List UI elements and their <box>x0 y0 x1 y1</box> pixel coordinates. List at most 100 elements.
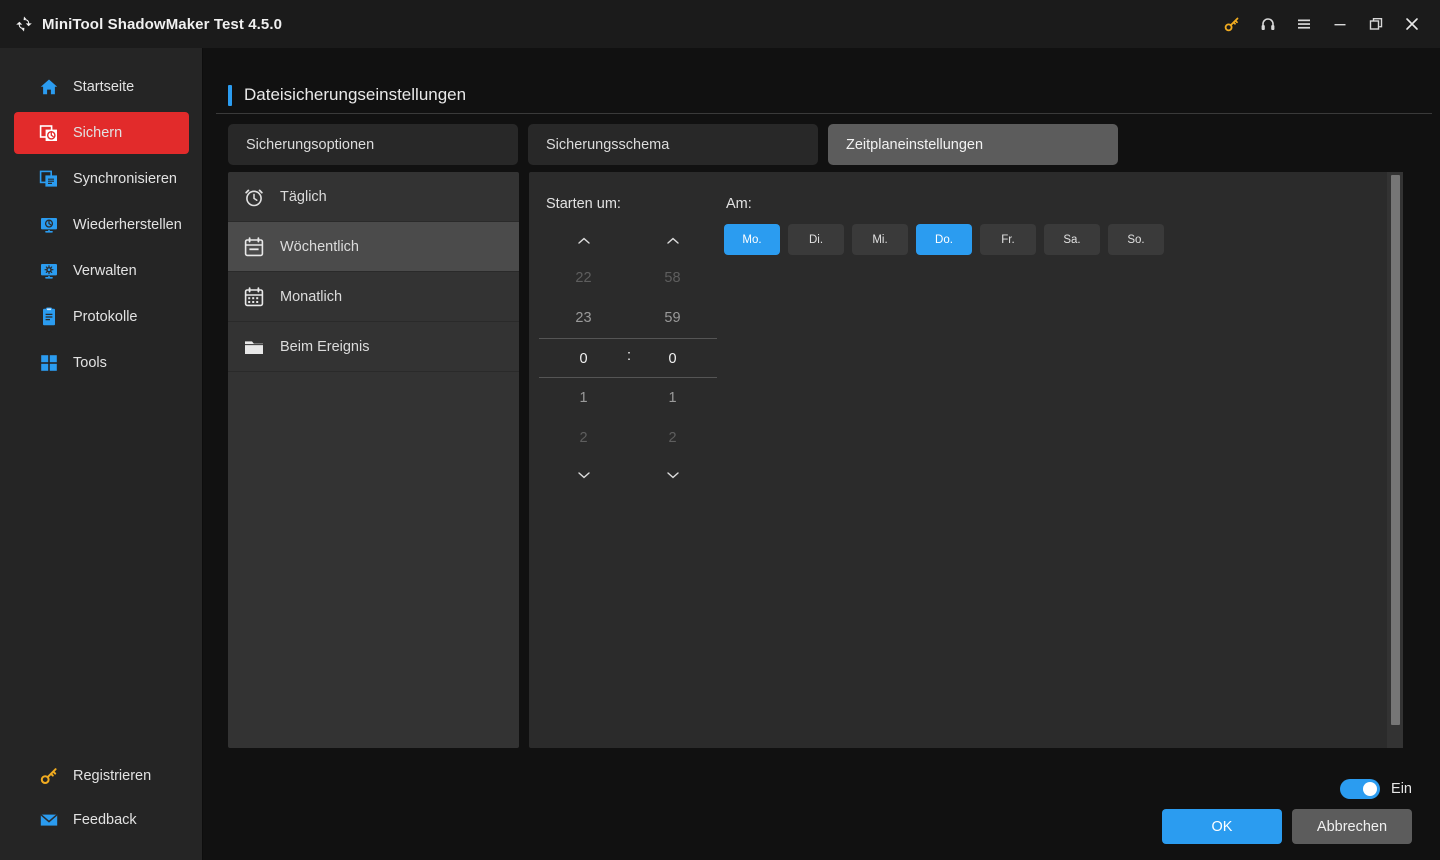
headset-icon[interactable] <box>1250 0 1286 48</box>
dialog-buttons: OK Abbrechen <box>1162 809 1412 844</box>
sidebar-item-feedback[interactable]: Feedback <box>14 800 189 840</box>
chevron-up-icon[interactable] <box>577 224 591 258</box>
toggle-knob <box>1363 782 1378 796</box>
sidebar-item-synchronisieren[interactable]: Synchronisieren <box>14 158 189 200</box>
alarm-clock-icon <box>242 185 266 209</box>
minute-value-above-2[interactable]: 58 <box>628 258 717 298</box>
main-content: Dateisicherungseinstellungen Sicherungso… <box>204 48 1440 860</box>
sidebar-nav: Startseite Sichern Synchronisieren Wiede… <box>0 62 203 388</box>
tab-label: Sicherungsschema <box>546 136 670 153</box>
logs-icon <box>38 306 60 328</box>
window-title: MiniTool ShadowMaker Test 4.5.0 <box>42 15 283 33</box>
weekday-label-text: Mo. <box>742 233 762 246</box>
title-bar-controls <box>1214 0 1440 48</box>
title-bar: MiniTool ShadowMaker Test 4.5.0 <box>0 0 1440 48</box>
minimize-icon[interactable] <box>1322 0 1358 48</box>
hour-value-below-1[interactable]: 1 <box>539 378 628 418</box>
manage-icon <box>38 260 60 282</box>
ok-button[interactable]: OK <box>1162 809 1282 844</box>
minute-column[interactable]: 58 59 0 1 2 <box>628 224 717 492</box>
weekday-label-text: Di. <box>808 233 824 246</box>
minute-value-above-1[interactable]: 59 <box>628 298 717 338</box>
weekday-sa[interactable]: Sa. <box>1044 224 1100 255</box>
list-item-beim-ereignis[interactable]: Beim Ereignis <box>228 322 519 372</box>
sync-icon <box>38 168 60 190</box>
settings-tabs: Sicherungsoptionen Sicherungsschema Zeit… <box>228 124 1128 165</box>
hour-value-above-1[interactable]: 23 <box>539 298 628 338</box>
schedule-toggle[interactable] <box>1340 779 1381 799</box>
tab-label: Zeitplaneinstellungen <box>846 136 984 153</box>
hour-value-above-2[interactable]: 22 <box>539 258 628 298</box>
chevron-down-icon[interactable] <box>577 458 591 492</box>
toggle-label: Ein <box>1391 781 1412 797</box>
sidebar-item-label: Startseite <box>73 79 135 95</box>
menu-icon[interactable] <box>1286 0 1322 48</box>
schedule-type-list: Täglich Wöchentlich Monatlich Beim Ereig… <box>228 172 519 748</box>
sidebar-item-label: Feedback <box>73 812 137 828</box>
title-divider <box>216 113 1432 114</box>
start-time-label: Starten um: <box>546 196 621 212</box>
list-item-label: Täglich <box>280 188 327 205</box>
weekday-label: Am: <box>726 196 752 212</box>
shadowmaker-logo-icon <box>14 14 34 34</box>
cancel-button[interactable]: Abbrechen <box>1292 809 1412 844</box>
sidebar: Startseite Sichern Synchronisieren Wiede… <box>0 48 203 860</box>
calendar-icon <box>242 235 266 259</box>
list-item-woechentlich[interactable]: Wöchentlich <box>228 222 519 272</box>
sidebar-item-tools[interactable]: Tools <box>14 342 189 384</box>
minute-value-below-1[interactable]: 1 <box>628 378 717 418</box>
hour-column[interactable]: 22 23 0 1 2 <box>539 224 628 492</box>
schedule-toggle-row: Ein <box>1340 779 1412 799</box>
list-item-monatlich[interactable]: Monatlich <box>228 272 519 322</box>
weekday-label-text: Sa. <box>1063 233 1081 246</box>
tab-label: Sicherungsoptionen <box>246 136 375 153</box>
sidebar-item-wiederherstellen[interactable]: Wiederherstellen <box>14 204 189 246</box>
weekday-selector: Mo. Di. Mi. Do. Fr. Sa. So. <box>724 224 1172 255</box>
chevron-down-icon[interactable] <box>666 458 680 492</box>
restore-disk-icon <box>38 214 60 236</box>
sidebar-item-verwalten[interactable]: Verwalten <box>14 250 189 292</box>
sidebar-item-protokolle[interactable]: Protokolle <box>14 296 189 338</box>
hour-value-below-2[interactable]: 2 <box>539 418 628 458</box>
sidebar-bottom-nav: Registrieren Feedback <box>0 752 203 844</box>
time-separator: : <box>626 348 632 364</box>
weekday-fr[interactable]: Fr. <box>980 224 1036 255</box>
detail-scrollbar[interactable] <box>1387 172 1403 748</box>
page-title-row: Dateisicherungseinstellungen <box>228 78 1432 112</box>
weekday-label-text: Fr. <box>1001 233 1015 246</box>
weekday-label-text: So. <box>1127 233 1145 246</box>
close-icon[interactable] <box>1394 0 1430 48</box>
hour-value-selected[interactable]: 0 <box>539 338 628 378</box>
sidebar-item-label: Protokolle <box>73 309 138 325</box>
sidebar-item-registrieren[interactable]: Registrieren <box>14 756 189 796</box>
weekday-di[interactable]: Di. <box>788 224 844 255</box>
home-icon <box>38 76 60 98</box>
restore-icon[interactable] <box>1358 0 1394 48</box>
ok-button-label: OK <box>1211 818 1233 835</box>
key-icon[interactable] <box>1214 0 1250 48</box>
backup-icon <box>38 122 60 144</box>
tab-sicherungsoptionen[interactable]: Sicherungsoptionen <box>228 124 518 165</box>
chevron-up-icon[interactable] <box>666 224 680 258</box>
weekday-do[interactable]: Do. <box>916 224 972 255</box>
weekday-mo[interactable]: Mo. <box>724 224 780 255</box>
list-item-taeglich[interactable]: Täglich <box>228 172 519 222</box>
sidebar-item-label: Verwalten <box>73 263 137 279</box>
sidebar-item-startseite[interactable]: Startseite <box>14 66 189 108</box>
list-item-label: Wöchentlich <box>280 238 359 255</box>
minute-value-selected[interactable]: 0 <box>628 338 717 378</box>
weekday-mi[interactable]: Mi. <box>852 224 908 255</box>
list-item-label: Beim Ereignis <box>280 338 370 355</box>
weekday-label-text: Do. <box>935 233 953 246</box>
minute-value-below-2[interactable]: 2 <box>628 418 717 458</box>
sidebar-item-label: Tools <box>73 355 107 371</box>
page-title: Dateisicherungseinstellungen <box>244 85 467 104</box>
tools-icon <box>38 352 60 374</box>
tab-sicherungsschema[interactable]: Sicherungsschema <box>528 124 818 165</box>
calendar-month-icon <box>242 285 266 309</box>
sidebar-item-sichern[interactable]: Sichern <box>14 112 189 154</box>
weekday-so[interactable]: So. <box>1108 224 1164 255</box>
tab-zeitplaneinstellungen[interactable]: Zeitplaneinstellungen <box>828 124 1118 165</box>
sidebar-item-label: Wiederherstellen <box>73 217 182 233</box>
detail-scrollbar-thumb[interactable] <box>1391 175 1400 725</box>
